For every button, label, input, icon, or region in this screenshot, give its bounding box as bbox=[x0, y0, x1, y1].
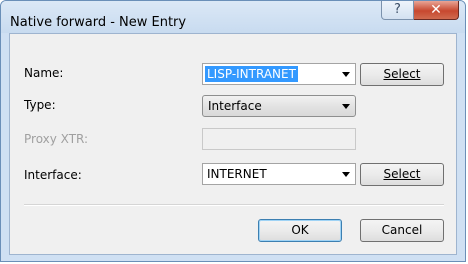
name-select-button[interactable]: Select bbox=[360, 63, 444, 86]
ok-label: OK bbox=[291, 223, 309, 237]
interface-label: Interface: bbox=[24, 168, 82, 182]
proxy-xtr-input bbox=[202, 128, 356, 150]
proxy-xtr-label: Proxy XTR: bbox=[24, 132, 89, 146]
type-label: Type: bbox=[24, 98, 56, 112]
cancel-label: Cancel bbox=[381, 223, 423, 237]
interface-select-button[interactable]: Select bbox=[360, 163, 444, 186]
ok-button[interactable]: OK bbox=[258, 219, 342, 242]
cancel-button[interactable]: Cancel bbox=[360, 219, 444, 242]
dialog-window: Native forward - New Entry ? ✕ Name: LIS… bbox=[0, 0, 466, 262]
separator bbox=[24, 204, 444, 206]
window-title: Native forward - New Entry bbox=[10, 15, 187, 30]
close-button[interactable]: ✕ bbox=[414, 1, 459, 20]
chevron-down-icon[interactable] bbox=[342, 172, 350, 177]
chevron-down-icon[interactable] bbox=[342, 104, 350, 109]
interface-combobox[interactable]: INTERNET bbox=[202, 163, 356, 185]
name-label: Name: bbox=[24, 66, 64, 80]
help-button[interactable]: ? bbox=[381, 1, 414, 20]
interface-value: INTERNET bbox=[207, 167, 267, 181]
type-dropdown[interactable]: Interface bbox=[202, 95, 356, 117]
chevron-down-icon[interactable] bbox=[342, 72, 350, 77]
name-value: LISP-INTRANET bbox=[205, 66, 298, 82]
caption-buttons: ? ✕ bbox=[381, 1, 459, 21]
name-select-label: Select bbox=[383, 67, 421, 81]
interface-select-label: Select bbox=[383, 167, 421, 181]
type-value: Interface bbox=[208, 99, 262, 113]
title-bar[interactable]: Native forward - New Entry ? ✕ bbox=[1, 1, 465, 33]
name-combobox[interactable]: LISP-INTRANET bbox=[202, 63, 356, 85]
